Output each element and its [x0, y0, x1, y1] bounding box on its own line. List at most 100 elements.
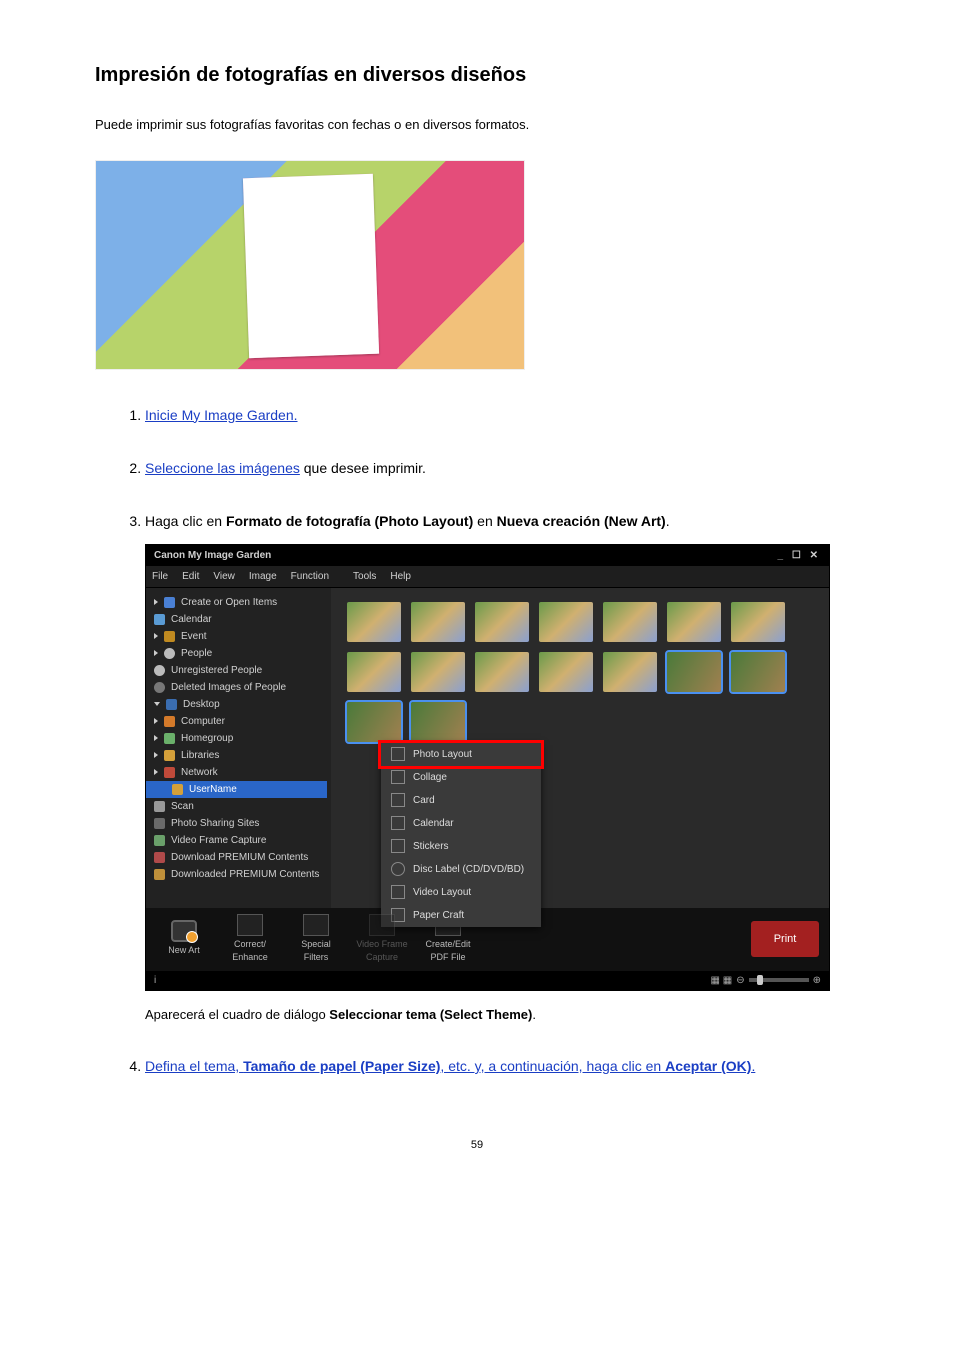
thumbnail[interactable] [603, 652, 657, 692]
popup-video-layout[interactable]: Video Layout [381, 881, 541, 904]
s3-mid: en [473, 513, 496, 529]
lbl: Event [181, 629, 207, 644]
sidebar-network[interactable]: Network [154, 764, 327, 781]
sidebar-people[interactable]: People [154, 645, 327, 662]
step-2: Seleccione las imágenes que desee imprim… [145, 458, 859, 479]
sidebar-homegroup[interactable]: Homegroup [154, 730, 327, 747]
lbl: Computer [181, 714, 225, 729]
lbl: People [181, 646, 212, 661]
sidebar-downloaded-premium[interactable]: Downloaded PREMIUM Contents [154, 866, 327, 883]
sidebar-calendar[interactable]: Calendar [154, 611, 327, 628]
sidebar-create-open[interactable]: Create or Open Items [154, 594, 327, 611]
lbl: Video Layout [413, 885, 471, 900]
thumbnail-grid [331, 588, 829, 756]
lbl: Calendar [413, 816, 454, 831]
lbl: Stickers [413, 839, 449, 854]
link-select-images[interactable]: Seleccione las imágenes [145, 460, 300, 476]
popup-stickers[interactable]: Stickers [381, 835, 541, 858]
btn-new-art[interactable]: New Art [156, 920, 212, 958]
sidebar-computer[interactable]: Computer [154, 713, 327, 730]
menu-function[interactable]: Function [291, 569, 329, 584]
lbl: Collage [413, 770, 447, 785]
sidebar-video-frame[interactable]: Video Frame Capture [154, 832, 327, 849]
sidebar-event[interactable]: Event [154, 628, 327, 645]
thumbnail[interactable] [411, 652, 465, 692]
menu-view[interactable]: View [213, 569, 235, 584]
sidebar-scan[interactable]: Scan [154, 798, 327, 815]
sidebar-username[interactable]: UserName [146, 781, 327, 798]
thumbnail-selected[interactable] [347, 702, 401, 742]
thumbnail[interactable] [347, 652, 401, 692]
cap-b: Seleccionar tema (Select Theme) [329, 1007, 532, 1022]
intro-text: Puede imprimir sus fotografías favoritas… [95, 115, 859, 135]
sidebar-unregistered[interactable]: Unregistered People [154, 662, 327, 679]
zoom-out-icon[interactable]: ⊖ [736, 973, 744, 988]
menu-edit[interactable]: Edit [182, 569, 199, 584]
lbl: Card [413, 793, 435, 808]
thumbnail[interactable] [539, 652, 593, 692]
s4-b2: Aceptar (OK) [665, 1058, 751, 1074]
new-art-popup: Photo Layout Collage Card Calendar Stick… [381, 743, 541, 927]
s4-mid: , etc. y, a continuación, haga clic en [440, 1058, 665, 1074]
btn-video-frame-capture[interactable]: Video Frame Capture [354, 914, 410, 965]
app-titlebar: Canon My Image Garden _ ☐ ✕ [146, 545, 829, 566]
s4-end: . [751, 1058, 755, 1074]
btn-special-filters[interactable]: Special Filters [288, 914, 344, 965]
popup-collage[interactable]: Collage [381, 766, 541, 789]
s3-end: . [666, 513, 670, 529]
thumbnail[interactable] [539, 602, 593, 642]
window-controls[interactable]: _ ☐ ✕ [778, 548, 821, 563]
thumbnail-selected[interactable] [731, 652, 785, 692]
example-photo-collage [95, 160, 525, 370]
menu-file[interactable]: File [152, 569, 168, 584]
app-menu-bar: File Edit View Image Function Tools Help [146, 566, 829, 588]
menu-help[interactable]: Help [390, 569, 411, 584]
sidebar-download-premium[interactable]: Download PREMIUM Contents [154, 849, 327, 866]
step-3-caption: Aparecerá el cuadro de diálogo Seleccion… [145, 1005, 859, 1025]
thumbnail[interactable] [667, 602, 721, 642]
lbl: Photo Sharing Sites [171, 816, 259, 831]
lbl: Create/Edit PDF File [425, 938, 470, 965]
thumbnail[interactable] [731, 602, 785, 642]
lbl: Desktop [183, 697, 220, 712]
s3-b1: Formato de fotografía (Photo Layout) [226, 513, 473, 529]
popup-photo-layout[interactable]: Photo Layout [378, 740, 544, 769]
btn-print[interactable]: Print [751, 921, 819, 957]
lbl: Homegroup [181, 731, 233, 746]
thumbnail[interactable] [475, 602, 529, 642]
thumbnail[interactable] [411, 602, 465, 642]
thumbnail[interactable] [475, 652, 529, 692]
s3-b2: Nueva creación (New Art) [497, 513, 666, 529]
step-1: Inicie My Image Garden. [145, 405, 859, 426]
link-start-my-image-garden[interactable]: Inicie My Image Garden. [145, 407, 298, 423]
page-title: Impresión de fotografías en diversos dis… [95, 60, 859, 90]
s4-b: Tamaño de papel (Paper Size) [243, 1058, 440, 1074]
link-define-theme[interactable]: Defina el tema, Tamaño de papel (Paper S… [145, 1058, 755, 1074]
sidebar-desktop[interactable]: Desktop [154, 696, 327, 713]
thumbnail-selected[interactable] [667, 652, 721, 692]
menu-image[interactable]: Image [249, 569, 277, 584]
popup-disc-label[interactable]: Disc Label (CD/DVD/BD) [381, 858, 541, 881]
step-2-tail: que desee imprimir. [300, 460, 426, 476]
view-grid-icon[interactable]: ▦ ▦ [711, 973, 733, 988]
lbl: Video Frame Capture [356, 938, 407, 965]
menu-tools[interactable]: Tools [353, 569, 376, 584]
btn-correct-enhance[interactable]: Correct/ Enhance [222, 914, 278, 965]
thumbnail-selected[interactable] [411, 702, 465, 742]
status-info-icon[interactable]: i [154, 973, 156, 988]
sidebar-photo-sharing[interactable]: Photo Sharing Sites [154, 815, 327, 832]
sidebar-libraries[interactable]: Libraries [154, 747, 327, 764]
sidebar-deleted-people[interactable]: Deleted Images of People [154, 679, 327, 696]
zoom-controls[interactable]: ▦ ▦ ⊖ ⊕ [711, 973, 821, 988]
thumbnail[interactable] [603, 602, 657, 642]
thumbnail[interactable] [347, 602, 401, 642]
lbl: Correct/ Enhance [232, 938, 268, 965]
sidebar: Create or Open Items Calendar Event Peop… [146, 588, 331, 908]
popup-card[interactable]: Card [381, 789, 541, 812]
status-bar: i ▦ ▦ ⊖ ⊕ [146, 971, 829, 990]
lbl: New Art [168, 944, 200, 958]
step-4: Defina el tema, Tamaño de papel (Paper S… [145, 1056, 859, 1077]
zoom-in-icon[interactable]: ⊕ [813, 973, 821, 988]
step-3: Haga clic en Formato de fotografía (Phot… [145, 511, 859, 1025]
popup-calendar[interactable]: Calendar [381, 812, 541, 835]
